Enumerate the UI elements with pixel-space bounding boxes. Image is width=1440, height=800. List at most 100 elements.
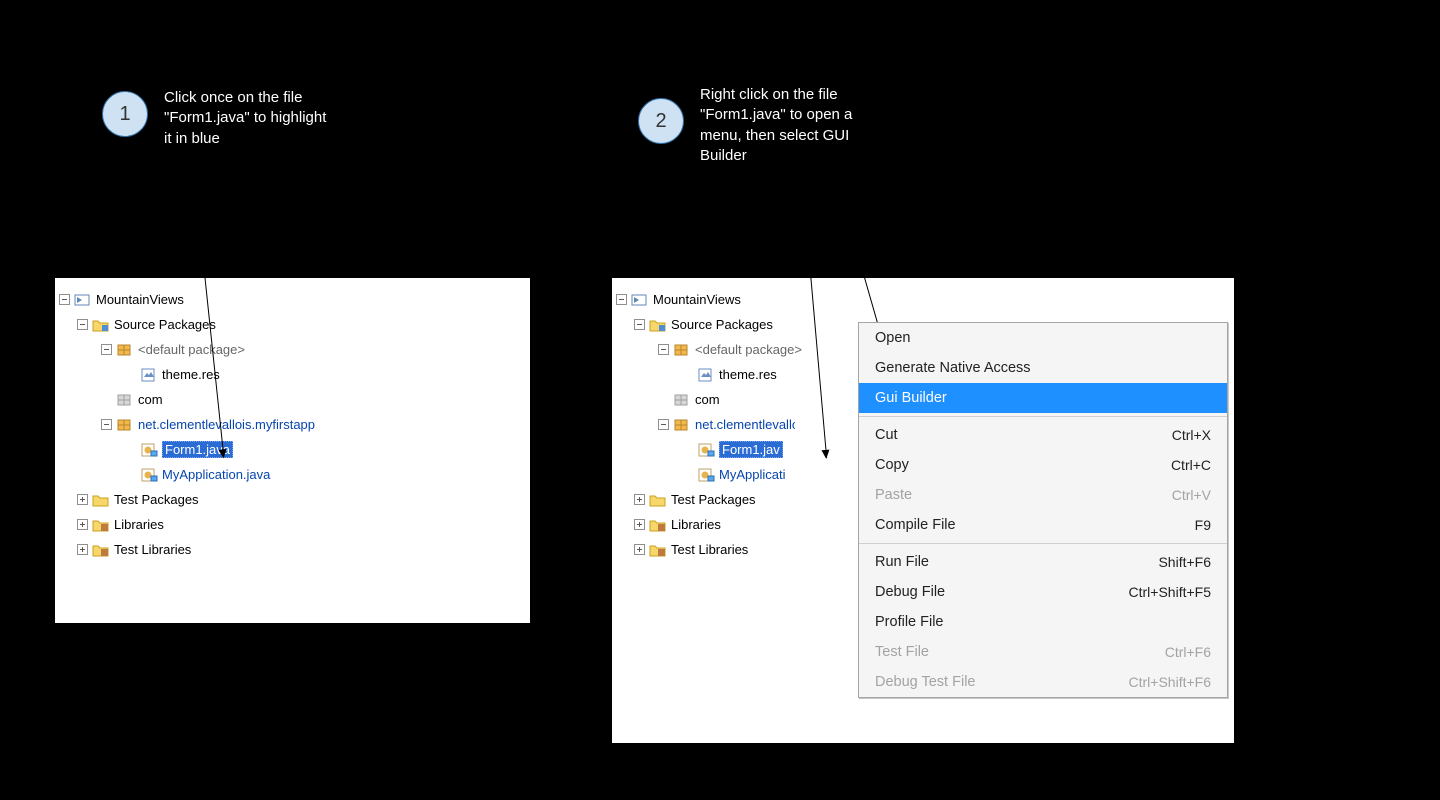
form1-label: Form1.jav [719,441,783,458]
package-icon [673,342,691,358]
test-libraries-label: Test Libraries [671,542,748,557]
tree-row-com[interactable]: com [55,387,530,412]
menu-run-label: Run File [875,554,929,570]
menu-debug-file[interactable]: Debug File Ctrl+Shift+F5 [859,577,1227,607]
menu-separator [859,416,1227,417]
expand-icon[interactable] [634,519,645,530]
java-file-icon [697,442,715,458]
project-icon [74,292,92,308]
expand-icon[interactable] [77,544,88,555]
menu-compile-shortcut: F9 [1195,517,1211,533]
collapse-icon[interactable] [101,344,112,355]
tree-row-test-libraries[interactable]: Test Libraries [55,537,530,562]
source-packages-label: Source Packages [114,317,216,332]
folder-icon [92,542,110,558]
com-label: com [138,392,163,407]
myapplication-label: MyApplicati [719,467,785,482]
libraries-label: Libraries [671,517,721,532]
folder-icon [92,492,110,508]
theme-res-label: theme.res [162,367,220,382]
menu-gui-builder-label: Gui Builder [875,390,947,406]
menu-cut-shortcut: Ctrl+X [1172,427,1211,443]
project-label: MountainViews [653,292,741,307]
menu-test-label: Test File [875,644,929,660]
tree-row-project[interactable]: MountainViews [612,287,1234,312]
step-1-text: Click once on the file "Form1.java" to h… [164,88,369,149]
tree-row-project[interactable]: MountainViews [55,287,530,312]
collapse-icon[interactable] [101,419,112,430]
menu-cut-label: Cut [875,427,898,443]
menu-debug-label: Debug File [875,584,945,600]
folder-icon [649,492,667,508]
menu-gui-builder[interactable]: Gui Builder [859,383,1227,413]
tree-row-myapplication[interactable]: MyApplication.java [55,462,530,487]
menu-cut[interactable]: Cut Ctrl+X [859,420,1227,450]
collapse-icon[interactable] [658,419,669,430]
step-2-number: 2 [655,110,666,133]
resource-file-icon [697,367,715,383]
menu-run-file[interactable]: Run File Shift+F6 [859,547,1227,577]
collapse-icon[interactable] [616,294,627,305]
menu-test-shortcut: Ctrl+F6 [1165,644,1211,660]
project-tree-panel-1: MountainViews Source Packages <default p… [55,278,530,623]
tree-row-form1[interactable]: Form1.java [55,437,530,462]
resource-file-icon [140,367,158,383]
menu-open[interactable]: Open [859,323,1227,353]
expand-icon[interactable] [77,494,88,505]
myapplication-label: MyApplication.java [162,467,270,482]
folder-icon [649,542,667,558]
menu-test-file: Test File Ctrl+F6 [859,637,1227,667]
menu-debug-test-label: Debug Test File [875,674,975,690]
default-package-label: <default package> [695,342,802,357]
theme-res-label: theme.res [719,367,777,382]
menu-copy-label: Copy [875,457,909,473]
tree-row-theme-res[interactable]: theme.res [55,362,530,387]
test-packages-label: Test Packages [671,492,756,507]
tree-row-net-package[interactable]: net.clementlevallois.myfirstapp [55,412,530,437]
menu-open-label: Open [875,330,910,346]
menu-paste-label: Paste [875,487,912,503]
com-label: com [695,392,720,407]
menu-debug-test-shortcut: Ctrl+Shift+F6 [1129,674,1211,690]
collapse-icon[interactable] [59,294,70,305]
default-package-label: <default package> [138,342,245,357]
step-2-circle: 2 [638,98,684,144]
collapse-icon[interactable] [658,344,669,355]
java-file-icon [140,467,158,483]
menu-paste-shortcut: Ctrl+V [1172,487,1211,503]
menu-separator [859,543,1227,544]
libraries-label: Libraries [114,517,164,532]
step-2-text: Right click on the file "Form1.java" to … [700,85,920,166]
tree-row-source-packages[interactable]: Source Packages [55,312,530,337]
folder-icon [649,517,667,533]
step-1-circle: 1 [102,91,148,137]
collapse-icon[interactable] [77,319,88,330]
test-libraries-label: Test Libraries [114,542,191,557]
menu-gen-native-label: Generate Native Access [875,360,1031,376]
folder-icon [92,317,110,333]
menu-copy[interactable]: Copy Ctrl+C [859,450,1227,480]
package-icon [116,342,134,358]
menu-compile-file[interactable]: Compile File F9 [859,510,1227,540]
package-icon [673,392,691,408]
menu-profile-file[interactable]: Profile File [859,607,1227,637]
folder-icon [649,317,667,333]
menu-run-shortcut: Shift+F6 [1158,554,1211,570]
java-file-icon [697,467,715,483]
tree-row-test-packages[interactable]: Test Packages [55,487,530,512]
project-icon [631,292,649,308]
menu-paste: Paste Ctrl+V [859,480,1227,510]
expand-icon[interactable] [634,544,645,555]
step-1-number: 1 [119,103,130,126]
tree-row-libraries[interactable]: Libraries [55,512,530,537]
expand-icon[interactable] [77,519,88,530]
menu-debug-shortcut: Ctrl+Shift+F5 [1129,584,1211,600]
net-package-label: net.clementlevallois.myfirstapp [138,417,315,432]
tree-row-default-package[interactable]: <default package> [55,337,530,362]
package-icon [673,417,691,433]
source-packages-label: Source Packages [671,317,773,332]
expand-icon[interactable] [634,494,645,505]
collapse-icon[interactable] [634,319,645,330]
menu-profile-label: Profile File [875,614,944,630]
menu-generate-native-access[interactable]: Generate Native Access [859,353,1227,383]
